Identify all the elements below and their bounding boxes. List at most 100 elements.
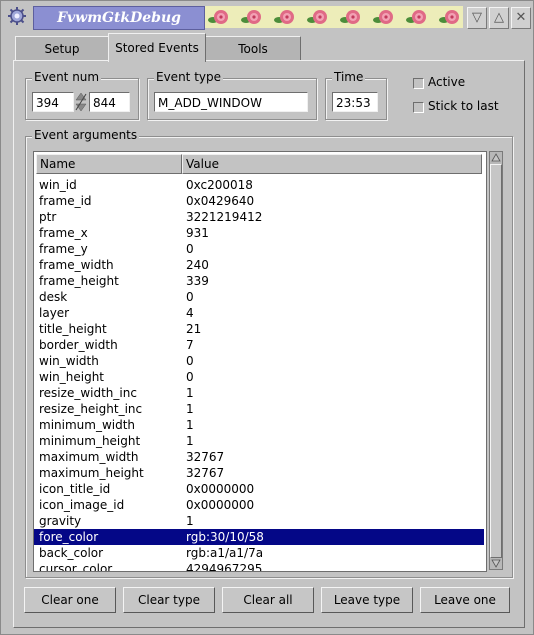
argument-name: gravity <box>39 514 82 528</box>
argument-value: 0 <box>186 290 194 304</box>
clear-type-button[interactable]: Clear type <box>123 587 215 613</box>
tab-tools[interactable]: Tools <box>205 36 301 61</box>
table-row[interactable]: maximum_width 32767 <box>34 449 484 465</box>
tab-stored-events[interactable]: Stored Events <box>108 33 206 62</box>
argument-value: 4294967295 <box>186 562 263 572</box>
time-label: Time <box>332 70 366 84</box>
argument-value: 1 <box>186 386 194 400</box>
argument-value: 0x0000000 <box>186 482 255 496</box>
argument-value: 0xc200018 <box>186 178 253 192</box>
table-row[interactable]: minimum_width 1 <box>34 417 484 433</box>
table-row[interactable]: win_height 0 <box>34 369 484 385</box>
event-num-label: Event num <box>32 70 102 84</box>
arguments-scrollbar[interactable] <box>489 151 503 570</box>
table-row[interactable]: cursor_color 4294967295 <box>34 561 484 572</box>
argument-value: 0 <box>186 242 194 256</box>
table-row[interactable]: frame_y 0 <box>34 241 484 257</box>
argument-name: win_height <box>39 370 105 384</box>
argument-name: frame_width <box>39 258 114 272</box>
active-label[interactable]: Active <box>428 75 465 89</box>
argument-value: 0x0000000 <box>186 498 255 512</box>
argument-name: maximum_height <box>39 466 144 480</box>
leave-type-button[interactable]: Leave type <box>321 587 413 613</box>
table-row[interactable]: title_height 21 <box>34 321 484 337</box>
column-header-value[interactable]: Value <box>182 154 482 174</box>
table-row[interactable]: frame_width 240 <box>34 257 484 273</box>
table-row[interactable]: maximum_height 32767 <box>34 465 484 481</box>
argument-value: 4 <box>186 306 194 320</box>
argument-value: 1 <box>186 418 194 432</box>
scroll-up-arrow-icon[interactable] <box>491 153 501 163</box>
event-num-input[interactable]: 394 <box>32 92 74 112</box>
table-row[interactable]: layer 4 <box>34 305 484 321</box>
table-row[interactable]: icon_image_id 0x0000000 <box>34 497 484 513</box>
window-menu-icon[interactable] <box>7 6 27 26</box>
argument-name: desk <box>39 290 68 304</box>
argument-name: maximum_width <box>39 450 139 464</box>
argument-name: cursor_color <box>39 562 113 572</box>
event-type-field[interactable]: M_ADD_WINDOW <box>154 92 308 112</box>
event-type-label: Event type <box>154 70 223 84</box>
clear-one-button[interactable]: Clear one <box>24 587 116 613</box>
tab-setup[interactable]: Setup <box>15 36 109 61</box>
argument-value: 1 <box>186 434 194 448</box>
table-row[interactable]: frame_id 0x0429640 <box>34 193 484 209</box>
close-button[interactable]: ✕ <box>511 7 531 29</box>
table-row[interactable]: fore_color rgb:30/10/58 <box>34 529 484 545</box>
argument-value: 931 <box>186 226 209 240</box>
table-row[interactable]: resize_height_inc 1 <box>34 401 484 417</box>
table-row[interactable]: gravity 1 <box>34 513 484 529</box>
argument-name: resize_width_inc <box>39 386 137 400</box>
arguments-list[interactable]: Name Value win_id 0xc200018 frame_id 0x0429… <box>33 151 487 572</box>
argument-value: 32767 <box>186 466 225 480</box>
application-window: FvwmGtkDebug ▽ △ ✕ Setup Stored Events T… <box>0 0 534 635</box>
table-row[interactable]: border_width 7 <box>34 337 484 353</box>
argument-value: 0x0429640 <box>186 194 255 208</box>
table-row[interactable]: ptr 3221219412 <box>34 209 484 225</box>
argument-name: icon_title_id <box>39 482 111 496</box>
table-row[interactable]: win_width 0 <box>34 353 484 369</box>
stick-to-last-checkbox[interactable] <box>413 102 424 113</box>
argument-name: frame_x <box>39 226 88 240</box>
table-row[interactable]: resize_width_inc 1 <box>34 385 484 401</box>
maximize-button[interactable]: △ <box>489 7 509 29</box>
argument-name: win_id <box>39 178 77 192</box>
minimize-button[interactable]: ▽ <box>467 7 487 29</box>
argument-value: 240 <box>186 258 209 272</box>
event-total-field: 844 <box>89 92 130 112</box>
title-rose-pattern <box>205 6 463 28</box>
argument-name: icon_image_id <box>39 498 125 512</box>
argument-name: fore_color <box>39 530 99 544</box>
table-row[interactable]: minimum_height 1 <box>34 433 484 449</box>
event-arguments-label: Event arguments <box>32 128 140 142</box>
table-row[interactable]: back_color rgb:a1/a1/7a <box>34 545 484 561</box>
table-row[interactable]: frame_height 339 <box>34 273 484 289</box>
argument-value: rgb:30/10/58 <box>186 530 264 544</box>
active-checkbox[interactable] <box>413 78 424 89</box>
argument-name: title_height <box>39 322 107 336</box>
argument-name: minimum_width <box>39 418 136 432</box>
window-title: FvwmGtkDebug <box>33 6 205 30</box>
argument-name: frame_id <box>39 194 92 208</box>
title-bar[interactable]: FvwmGtkDebug ▽ △ ✕ <box>3 4 531 30</box>
event-num-spin-arrows[interactable] <box>75 91 87 113</box>
table-row[interactable]: icon_title_id 0x0000000 <box>34 481 484 497</box>
time-field: 23:53 <box>332 92 378 112</box>
argument-value: 3221219412 <box>186 210 263 224</box>
argument-name: frame_height <box>39 274 119 288</box>
stick-to-last-label[interactable]: Stick to last <box>428 99 499 113</box>
argument-name: ptr <box>39 210 57 224</box>
scrollbar-thumb[interactable] <box>490 164 502 558</box>
leave-one-button[interactable]: Leave one <box>420 587 510 613</box>
table-row[interactable]: desk 0 <box>34 289 484 305</box>
argument-value: 7 <box>186 338 194 352</box>
clear-all-button[interactable]: Clear all <box>222 587 314 613</box>
argument-value: 32767 <box>186 450 225 464</box>
scroll-down-arrow-icon[interactable] <box>491 558 501 568</box>
table-row[interactable]: frame_x 931 <box>34 225 484 241</box>
argument-value: 21 <box>186 322 202 336</box>
argument-value: 0 <box>186 370 194 384</box>
column-header-name[interactable]: Name <box>36 154 182 174</box>
argument-name: win_width <box>39 354 99 368</box>
table-row[interactable]: win_id 0xc200018 <box>34 177 484 193</box>
